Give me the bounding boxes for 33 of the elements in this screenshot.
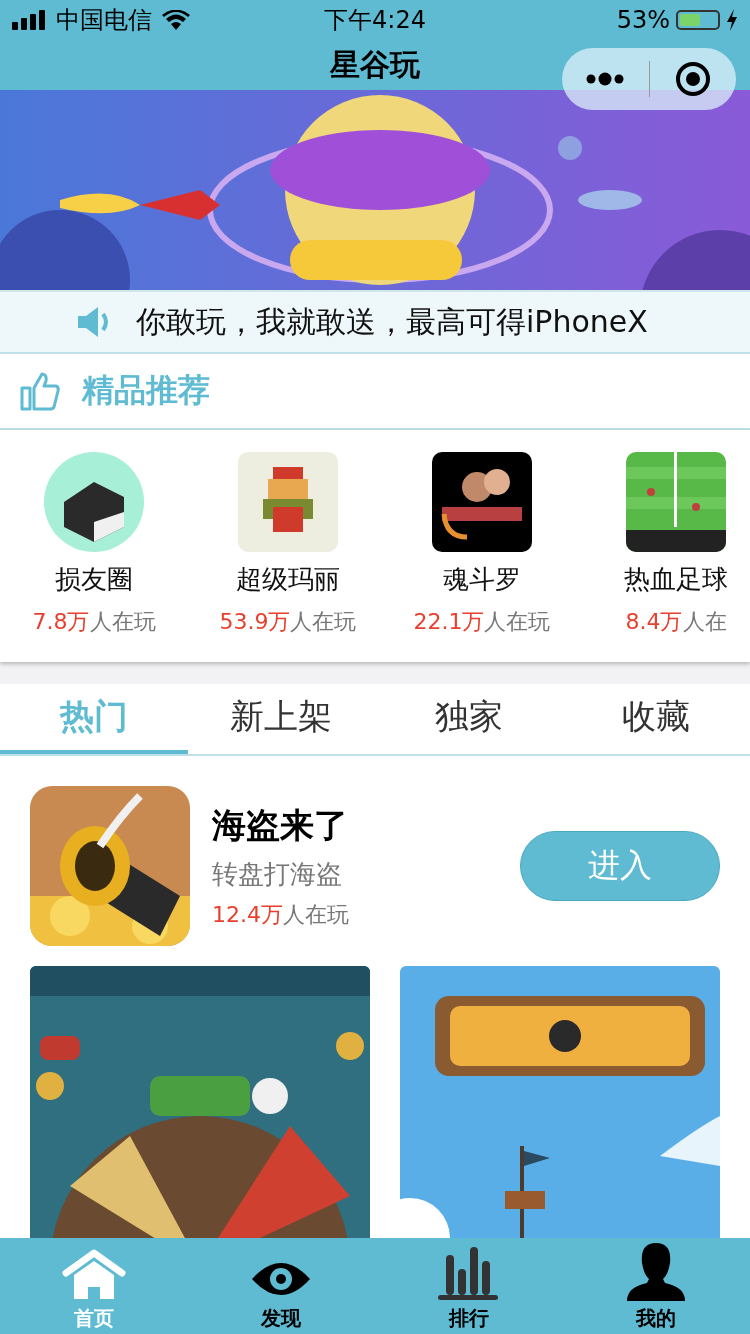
game-name[interactable]: 魂斗罗 — [443, 562, 521, 597]
player-count: 12.4万人在玩 — [212, 900, 350, 929]
section-title: 精品推荐 — [82, 370, 210, 411]
thumbs-up-icon — [20, 371, 60, 411]
signal-icon — [12, 10, 46, 30]
close-target-icon[interactable] — [674, 61, 711, 97]
tab-bar-item[interactable]: 我的 — [562, 1238, 750, 1334]
carrier-name: 中国电信 — [56, 5, 152, 36]
more-icon[interactable] — [585, 72, 626, 86]
battery-percent: 53% — [616, 6, 670, 34]
game-name[interactable]: 损友圈 — [55, 562, 133, 597]
page-title: 星谷玩 — [330, 45, 420, 84]
clock: 下午4:24 — [323, 5, 427, 36]
game-subtitle: 转盘打海盗 — [212, 857, 343, 891]
player-count: 22.1万人在玩 — [413, 608, 551, 636]
category-tab[interactable]: 收藏 — [562, 684, 750, 754]
player-count: 7.8万人在玩 — [32, 608, 156, 636]
tab-bar-item[interactable]: 发现 — [187, 1238, 375, 1334]
battery-icon — [676, 10, 720, 30]
game-title: 海盗来了 — [212, 803, 349, 847]
category-tab[interactable]: 新上架 — [187, 684, 375, 754]
charging-icon — [726, 9, 738, 31]
wifi-icon — [162, 10, 190, 30]
bar-chart-icon — [437, 1247, 500, 1301]
player-count: 8.4万人在 — [625, 608, 727, 636]
person-icon — [625, 1241, 688, 1301]
category-tab[interactable]: 独家 — [375, 684, 563, 754]
home-icon — [61, 1249, 126, 1301]
player-count: 53.9万人在玩 — [219, 608, 357, 636]
notice-text: 你敢玩，我就敢送，最高可得iPhoneX — [136, 302, 648, 341]
game-name[interactable]: 热血足球 — [624, 562, 728, 597]
tab-bar-item[interactable]: 排行 — [375, 1238, 563, 1334]
game-name[interactable]: 超级玛丽 — [236, 562, 340, 597]
